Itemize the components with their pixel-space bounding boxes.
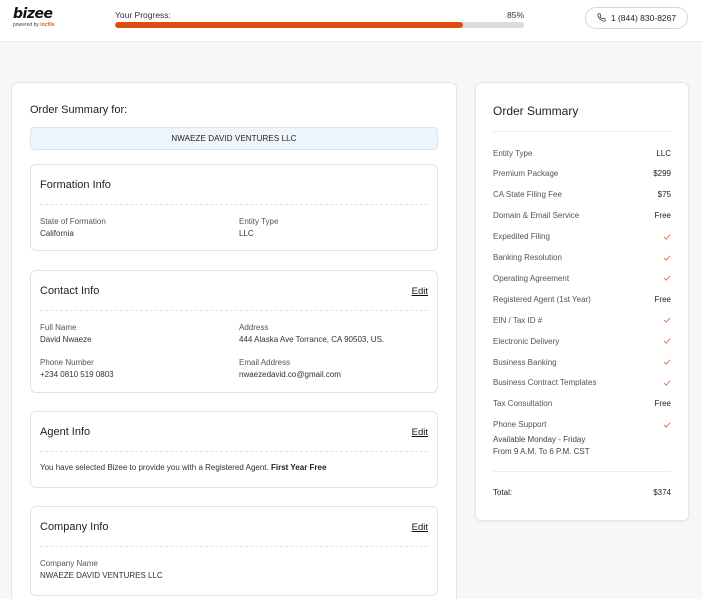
contact-info-section: Contact Info Edit Full Name David Nwaeze…: [30, 270, 438, 393]
company-name-banner: NWAEZE DAVID VENTURES LLC: [30, 127, 438, 150]
top-bar: bizee powered by incfile Your Progress: …: [0, 0, 702, 42]
divider: [40, 310, 428, 311]
order-line-item: Business Banking: [493, 356, 671, 368]
order-item-label: EIN / Tax ID #: [493, 315, 543, 325]
order-summary-title: Order Summary: [493, 104, 579, 118]
order-line-item: Business Contract Templates: [493, 377, 671, 389]
order-item-label: CA State Filing Fee: [493, 190, 562, 200]
order-item-label: Business Contract Templates: [493, 378, 597, 388]
email-value: nwaezedavid.co@gmail.com: [239, 370, 341, 379]
checkmark-icon: [663, 337, 671, 345]
entity-type-value: LLC: [239, 229, 254, 238]
checkmark-icon: [663, 274, 671, 282]
order-item-label: Business Banking: [493, 357, 557, 367]
entity-type-label: Entity Type: [239, 217, 279, 226]
full-name-label: Full Name: [40, 323, 77, 332]
divider: [493, 131, 671, 132]
company-info-section: Company Info Edit Company Name NWAEZE DA…: [30, 506, 438, 596]
order-line-item: Operating Agreement: [493, 272, 671, 284]
order-line-item: Entity Type LLC: [493, 147, 671, 159]
order-item-label: Tax Consultation: [493, 399, 553, 409]
company-info-title: Company Info: [40, 521, 109, 533]
checkmark-icon: [663, 254, 671, 262]
order-line-item: Domain & Email Service Free: [493, 210, 671, 222]
order-item-value: LLC: [656, 148, 671, 158]
order-line-item: Banking Resolution: [493, 252, 671, 264]
agent-info-section: Agent Info Edit You have selected Bizee …: [30, 411, 438, 488]
order-item-label: Phone Support: [493, 420, 547, 430]
phone-icon: [597, 12, 606, 24]
order-item-label: Expedited Filing: [493, 232, 550, 242]
agent-info-title: Agent Info: [40, 426, 91, 438]
state-value: California: [40, 229, 74, 238]
order-item-value: $299: [653, 169, 671, 179]
formation-info-section: Formation Info State of Formation Califo…: [30, 164, 438, 251]
company-name-value: NWAEZE DAVID VENTURES LLC: [40, 571, 163, 580]
progress-bar-fill: [115, 22, 463, 28]
order-line-item: Premium Package $299: [493, 168, 671, 180]
company-edit-link[interactable]: Edit: [412, 522, 428, 533]
order-line-item: Tax Consultation Free: [493, 398, 671, 410]
progress-percent: 85%: [506, 10, 524, 20]
total-label: Total:: [493, 488, 513, 497]
order-item-label: Premium Package: [493, 169, 559, 179]
order-summary-card: Order Summary Entity Type LLC Premium Pack…: [475, 82, 689, 521]
progress-label: Your Progress:: [115, 10, 171, 20]
contact-edit-link[interactable]: Edit: [412, 286, 428, 297]
bizee-logo[interactable]: bizee powered by incfile: [13, 6, 55, 29]
phone-number-label: Phone Number: [40, 358, 94, 367]
phone-number-value: +234 0810 519 0803: [40, 370, 114, 379]
divider: [40, 204, 428, 205]
checkmark-icon: [663, 421, 671, 429]
order-item-label: Registered Agent (1st Year): [493, 294, 591, 304]
checkmark-icon: [663, 316, 671, 324]
agent-free-highlight: First Year Free: [270, 463, 327, 472]
order-item-label: Domain & Email Service: [493, 211, 580, 221]
order-line-item: Registered Agent (1st Year) Free: [493, 293, 671, 305]
order-item-value: Free: [654, 294, 671, 304]
order-total-row: Total: $374: [493, 488, 671, 497]
full-name-value: David Nwaeze: [40, 335, 92, 344]
address-label: Address: [239, 323, 269, 332]
state-label: State of Formation: [40, 217, 106, 226]
order-item-value: Free: [654, 211, 671, 221]
order-line-item: Phone Support: [493, 419, 671, 431]
order-item-label: Electronic Delivery: [493, 336, 560, 346]
total-value: $374: [653, 488, 671, 497]
order-item-value: Free: [654, 399, 671, 409]
address-value: 444 Alaska Ave Torrance, CA 90503, US.: [239, 335, 385, 344]
order-line-item: Expedited Filing: [493, 231, 671, 243]
order-summary-heading: Order Summary for:: [30, 104, 128, 116]
agent-edit-link[interactable]: Edit: [412, 427, 428, 438]
divider: [40, 451, 428, 452]
phone-support-hours-line-2: From 9 A.M. To 6 P.M. CST: [493, 447, 590, 456]
logo-tagline: powered by incfile: [13, 22, 55, 28]
order-item-value: $75: [657, 190, 671, 200]
divider: [493, 471, 671, 472]
checkmark-icon: [663, 233, 671, 241]
formation-info-title: Formation Info: [40, 179, 111, 191]
order-line-item: CA State Filing Fee $75: [493, 189, 671, 201]
checkmark-icon: [663, 358, 671, 366]
divider: [40, 546, 428, 547]
checkmark-icon: [663, 379, 671, 387]
email-label: Email Address: [239, 358, 291, 367]
logo-wordmark: bizee: [13, 6, 53, 22]
progress-bar: [115, 22, 524, 28]
contact-info-title: Contact Info: [40, 285, 100, 297]
phone-support-hours-line-1: Available Monday - Friday: [493, 435, 586, 444]
company-name-label: Company Name: [40, 559, 98, 568]
order-line-item: Electronic Delivery: [493, 335, 671, 347]
order-item-label: Operating Agreement: [493, 273, 570, 283]
phone-button[interactable]: 1 (844) 830-8267: [585, 7, 688, 29]
order-line-item: EIN / Tax ID #: [493, 314, 671, 326]
phone-number: 1 (844) 830-8267: [610, 13, 677, 23]
order-details-card: Order Summary for: NWAEZE DAVID VENTURES…: [11, 82, 457, 599]
agent-description: You have selected Bizee to provide you w…: [40, 463, 327, 472]
order-item-label: Entity Type: [493, 148, 533, 158]
order-item-label: Banking Resolution: [493, 253, 562, 262]
